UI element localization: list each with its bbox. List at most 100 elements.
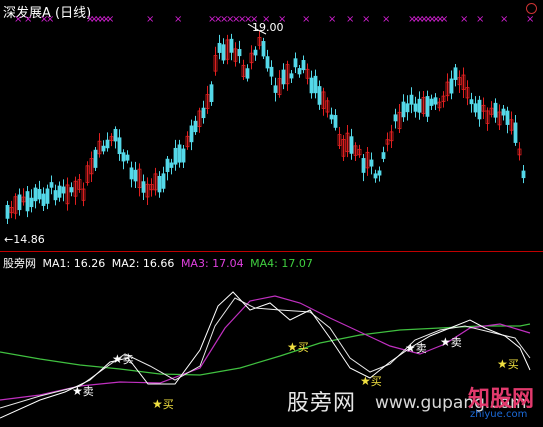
candle-body (169, 162, 174, 168)
candle-body (49, 182, 54, 188)
candle-body (181, 148, 186, 163)
signal-label: 卖 (82, 385, 94, 398)
candle-body (265, 56, 270, 69)
candle-body (373, 173, 378, 179)
candle-body (513, 122, 518, 143)
candle-body (521, 170, 526, 179)
candle-body (217, 42, 222, 53)
signal-marker-icon: × (362, 14, 370, 25)
candle-body (309, 77, 314, 94)
candle-body (37, 188, 42, 200)
signal-marker-icon: × (106, 14, 114, 25)
sell-signal: ★卖 (72, 383, 94, 399)
candle-body (281, 69, 286, 85)
candle-body (41, 193, 46, 206)
candle-body (5, 204, 10, 219)
candle-body (453, 67, 458, 80)
star-icon: ★ (497, 357, 508, 371)
candle-body (409, 94, 414, 105)
candle-body (501, 108, 506, 116)
candle-body (133, 169, 138, 182)
candle-body (429, 98, 434, 106)
candle-body (93, 149, 98, 168)
candle-body (413, 103, 418, 112)
candle-body (57, 185, 62, 198)
signal-marker-icon: × (476, 14, 484, 25)
candle-body (229, 38, 234, 53)
candle-body (493, 102, 498, 118)
candle-body (393, 114, 398, 122)
candle-body (69, 187, 74, 193)
candle-body (29, 197, 34, 208)
candle-body (381, 152, 386, 159)
candle-body (157, 175, 162, 193)
signal-label: 买 (370, 375, 382, 388)
candle-body (417, 98, 422, 113)
sell-signal: ★卖 (405, 340, 427, 356)
candle-body (449, 78, 454, 94)
signal-marker-icon: × (46, 14, 54, 25)
signal-marker-icon: × (14, 14, 22, 25)
candle-body (177, 144, 182, 163)
buy-signal: ★买 (152, 396, 174, 412)
candle-body (293, 58, 298, 68)
candle-body (237, 49, 242, 57)
signal-marker-icon: × (146, 14, 154, 25)
signal-marker-icon: × (382, 14, 390, 25)
low-price-label: ←14.86 (4, 233, 45, 246)
candle-body (33, 187, 38, 202)
signal-marker-icon: × (24, 14, 32, 25)
star-icon: ★ (152, 397, 163, 411)
candle-body (369, 159, 374, 167)
candle-body (405, 103, 410, 113)
candle-body (101, 145, 106, 152)
star-icon: ★ (287, 340, 298, 354)
candle-body (45, 188, 50, 204)
buy-signal: ★买 (360, 373, 382, 389)
star-icon: ★ (72, 384, 83, 398)
candle-body (189, 125, 194, 143)
star-icon: ★ (440, 335, 451, 349)
candle-body (201, 107, 206, 119)
candle-body (173, 147, 178, 165)
candle-body (113, 128, 118, 142)
candle-body (165, 158, 170, 173)
signal-marker-icon: × (460, 14, 468, 25)
candle-body (377, 170, 382, 176)
signal-marker-icon: × (302, 14, 310, 25)
candle-body (129, 167, 134, 180)
candle-body (433, 97, 438, 105)
candle-body (193, 120, 198, 133)
star-icon: ★ (405, 341, 416, 355)
buy-signal: ★买 (497, 356, 519, 372)
candle-body (245, 68, 250, 79)
candle-body (273, 85, 278, 93)
candle-body (121, 152, 126, 162)
candle-body (361, 158, 366, 173)
signal-marker-icon: × (440, 14, 448, 25)
candle-body (425, 96, 430, 117)
candle-body (289, 73, 294, 79)
candles (5, 30, 526, 225)
candle-body (253, 49, 258, 56)
candle-body (17, 194, 22, 211)
candle-body (53, 190, 58, 201)
candle-body (333, 115, 338, 128)
watermark-site: 股旁网 (287, 391, 357, 416)
candle-body (313, 75, 318, 94)
candle-body (477, 99, 482, 120)
signal-label: 买 (507, 358, 519, 371)
candle-body (261, 41, 266, 57)
signal-label: 卖 (415, 342, 427, 355)
buy-signal: ★买 (287, 339, 309, 355)
signal-marker-icon: × (526, 14, 534, 25)
candle-body (297, 68, 302, 75)
candlestick-chart[interactable]: × × ×× ×××××× × × ×××××××× × × × × × × × ××××××××× × × × × (0, 0, 543, 251)
sell-signal: ★卖 (112, 351, 134, 367)
signal-marker-icon: × (500, 14, 508, 25)
candle-body (473, 103, 478, 113)
star-icon: ★ (360, 374, 371, 388)
signal-marker-icon: × (174, 14, 182, 25)
signal-label: 买 (297, 341, 309, 354)
candle-body (209, 84, 214, 102)
